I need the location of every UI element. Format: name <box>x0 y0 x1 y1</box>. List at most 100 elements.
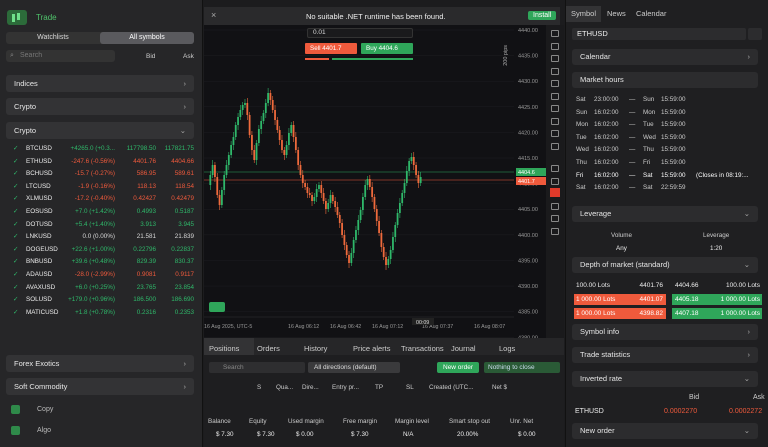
tool-icon[interactable] <box>551 177 559 185</box>
symbol-ask: 0.42479 <box>171 195 194 203</box>
tab-symbol[interactable]: Symbol <box>571 9 596 18</box>
candle-body <box>322 193 325 201</box>
close-icon[interactable]: × <box>211 10 216 20</box>
symbol-card-icon[interactable] <box>748 28 762 40</box>
tab-journal[interactable]: Journal <box>451 344 476 353</box>
nav-copy[interactable]: Copy <box>11 405 53 414</box>
chart-mode-icon[interactable] <box>209 302 225 312</box>
group-indices[interactable]: Indices › <box>6 75 194 92</box>
tool-icon[interactable] <box>551 105 559 112</box>
symbol-row[interactable]: ✓ ETHUSD -247.6 (-0.56%) 4401.76 4404.66 <box>6 156 194 168</box>
hours-cell: 22:59:59 <box>661 184 686 192</box>
col-header[interactable]: Created (UTC... <box>429 384 473 391</box>
tool-icon[interactable] <box>551 67 559 75</box>
symbol-row[interactable]: ✓ LNKUSD 0.0 (0.00%) 21.581 21.839 <box>6 231 194 243</box>
symbol-row[interactable]: ✓ SOLUSD +179.0 (+0.96%) 186.500 186.690 <box>6 294 194 306</box>
direction-filter-select[interactable]: All directions (default) <box>308 362 400 373</box>
positions-search-input[interactable]: Search <box>209 362 305 373</box>
symbol-row[interactable]: ✓ BCHUSD -15.7 (-0.27%) 586.95 589.61 <box>6 168 194 180</box>
section-depth-of-market[interactable]: Depth of market (standard) ⌄ <box>572 257 758 273</box>
candle-body <box>357 220 360 230</box>
section-leverage[interactable]: Leverage ⌄ <box>572 206 758 222</box>
tab-history[interactable]: History <box>304 344 327 353</box>
candle-body <box>311 195 313 201</box>
tab-logs[interactable]: Logs <box>499 344 515 353</box>
tool-icon[interactable] <box>551 227 559 235</box>
price-chart[interactable]: 4440.00 4435.00 4430.00 4425.00 4420.00 4415.… <box>204 25 546 392</box>
col-header[interactable]: Qua... <box>276 384 293 391</box>
tab-watchlists[interactable]: Watchlists <box>6 32 100 44</box>
tab-transactions[interactable]: Transactions <box>401 344 444 353</box>
chevron-right-icon: › <box>183 382 187 391</box>
y-tick-label: 4385.00 <box>518 310 538 316</box>
tab-price-alerts[interactable]: Price alerts <box>353 344 391 353</box>
section-calendar[interactable]: Calendar › <box>572 49 758 65</box>
tab-orders[interactable]: Orders <box>257 344 280 353</box>
group-forex-exotics[interactable]: Forex Exotics › <box>6 355 194 372</box>
chart-canvas[interactable]: 4440.00 4435.00 4430.00 4425.00 4420.00 4415.… <box>204 25 546 392</box>
col-header[interactable]: SL <box>406 384 414 391</box>
new-order-button[interactable]: New order <box>437 362 479 373</box>
group-crypto[interactable]: Crypto › <box>6 98 194 115</box>
symbol-select[interactable]: ETHUSD <box>572 28 746 40</box>
section-symbol-info[interactable]: Symbol info › <box>572 324 758 340</box>
tool-icon[interactable] <box>551 42 559 50</box>
dom-ask-price: 4405.18 <box>672 294 704 305</box>
col-header[interactable]: Net $ <box>492 384 507 391</box>
section-inverted-rate[interactable]: Inverted rate ⌄ <box>572 371 758 387</box>
tool-icon[interactable] <box>551 92 559 100</box>
symbol-row[interactable]: ✓ AVAXUSD +6.0 (+0.25%) 23.765 23.854 <box>6 282 194 294</box>
section-label: New order <box>580 426 615 435</box>
candle-body <box>359 210 362 220</box>
symbol-row[interactable]: ✓ BTCUSD +4265.0 (+0.3... 117798.50 117821.7… <box>6 143 194 155</box>
section-market-hours[interactable]: Market hours <box>572 72 758 88</box>
symbol-row[interactable]: ✓ XLMUSD -17.2 (-0.40%) 0.42427 0.42479 <box>6 193 194 205</box>
symbol-search-input[interactable]: Search <box>6 50 115 62</box>
symbol-row[interactable]: ✓ EOSUSD +7.0 (+1.42%) 0.4993 0.5187 <box>6 206 194 218</box>
tool-icon[interactable] <box>551 202 559 210</box>
section-trade-statistics[interactable]: Trade statistics › <box>572 347 758 363</box>
group-crypto-expanded[interactable]: Crypto ⌄ <box>6 122 194 139</box>
section-new-order[interactable]: New order ⌄ <box>572 423 758 439</box>
record-icon[interactable] <box>550 188 560 197</box>
quantity-input[interactable]: 0.01 <box>307 28 413 38</box>
tool-icon[interactable] <box>551 130 559 137</box>
col-header[interactable]: Dire... <box>302 384 319 391</box>
symbol-change: +179.0 (+0.96%) <box>68 296 115 304</box>
buy-button[interactable]: Buy 4404.6 <box>361 43 413 54</box>
group-soft-commodity[interactable]: Soft Commodity › <box>6 378 194 395</box>
hours-cell: (Closes in 08:19:... <box>696 171 749 179</box>
col-header[interactable]: Entry pr... <box>332 384 359 391</box>
close-positions-button[interactable]: Nothing to close <box>484 362 560 373</box>
tool-icon[interactable] <box>551 142 559 150</box>
symbol-row[interactable]: ✓ DOTUSD +5.4 (+1.40%) 3.913 3.945 <box>6 219 194 231</box>
hours-cell: Mon <box>576 121 589 129</box>
tool-icon[interactable] <box>551 80 559 87</box>
tool-icon[interactable] <box>551 117 559 125</box>
symbol-row[interactable]: ✓ MATICUSD +1.8 (+0.78%) 0.2316 0.2353 <box>6 307 194 319</box>
tool-icon[interactable] <box>551 30 559 37</box>
hours-cell: Wed <box>576 146 589 154</box>
symbol-bid: 0.2316 <box>136 308 156 316</box>
symbol-row[interactable]: ✓ BNBUSD +39.6 (+0.48%) 829.39 830.37 <box>6 256 194 268</box>
col-header[interactable]: S <box>257 384 261 391</box>
install-button[interactable]: Install <box>528 11 557 20</box>
symbol-name: LNKUSD <box>26 233 52 241</box>
tab-all-symbols[interactable]: All symbols <box>100 32 194 44</box>
symbol-row[interactable]: ✓ ADAUSD -28.0 (-2.99%) 0.9081 0.9117 <box>6 269 194 281</box>
buy-label: Buy 4404.6 <box>366 45 398 52</box>
tab-news[interactable]: News <box>607 9 626 18</box>
symbol-value: ETHUSD <box>577 29 608 38</box>
candle-body <box>276 120 279 130</box>
nav-algo[interactable]: Algo <box>11 426 51 435</box>
symbol-row[interactable]: ✓ LTCUSD -1.9 (-0.16%) 118.13 118.54 <box>6 181 194 193</box>
sell-button[interactable]: Sell 4401.7 <box>305 43 357 54</box>
tab-positions[interactable]: Positions <box>209 344 239 353</box>
col-header[interactable]: TP <box>375 384 383 391</box>
tool-icon[interactable] <box>551 55 559 62</box>
symbol-name: MATICUSD <box>26 308 59 316</box>
tool-icon[interactable] <box>551 165 559 172</box>
tool-icon[interactable] <box>551 215 559 222</box>
tab-calendar[interactable]: Calendar <box>636 9 666 18</box>
symbol-row[interactable]: ✓ DOGEUSD +22.6 (+1.00%) 0.22796 0.22837 <box>6 244 194 256</box>
